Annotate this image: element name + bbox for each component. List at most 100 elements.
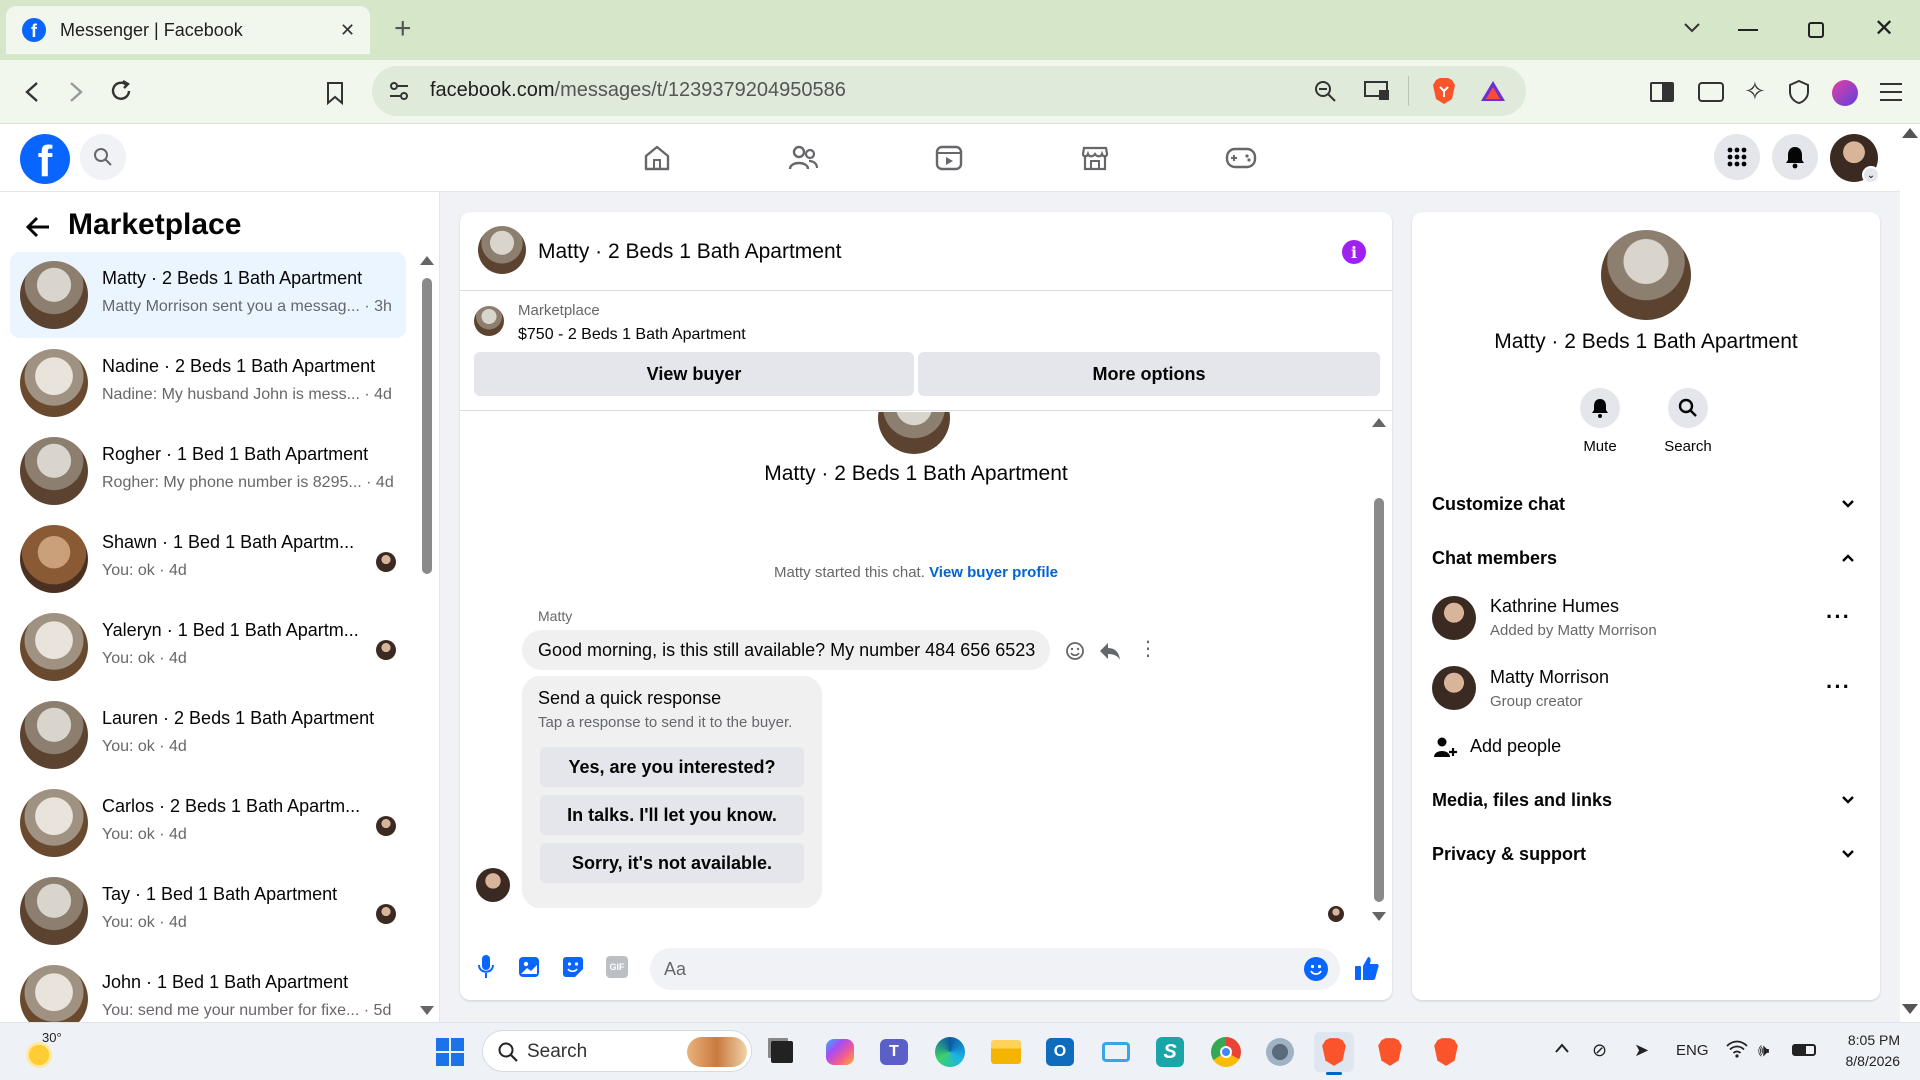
conversation-item[interactable]: Lauren · 2 Beds 1 Bath Apartment You: ok … [10, 692, 406, 778]
member-name[interactable]: Matty Morrison [1490, 667, 1609, 688]
scroll-up-icon[interactable] [420, 256, 434, 265]
conversation-item[interactable]: Rogher · 1 Bed 1 Bath Apartment Rogher: M… [10, 428, 406, 514]
message-bubble[interactable]: Good morning, is this still available? M… [522, 630, 1050, 670]
teams-icon[interactable]: T [874, 1032, 914, 1072]
url-text[interactable]: facebook.com/messages/t/1239379204950586 [430, 79, 846, 102]
brave-icon[interactable] [1370, 1032, 1410, 1072]
friends-icon[interactable] [786, 143, 820, 173]
leo-ai-icon[interactable]: ✧ [1744, 76, 1766, 107]
left-scrollbar-thumb[interactable] [422, 278, 432, 574]
edge-icon[interactable] [930, 1032, 970, 1072]
vpn-icon[interactable] [1786, 78, 1812, 106]
chat-header-avatar[interactable] [478, 226, 526, 274]
members-chevron-up-icon[interactable] [1840, 550, 1860, 570]
conversation-item[interactable]: Carlos · 2 Beds 1 Bath Apartm... You: ok … [10, 780, 406, 866]
add-person-icon[interactable] [1432, 734, 1458, 760]
quick-response-button[interactable]: Sorry, it's not available. [540, 843, 804, 883]
new-tab-button[interactable]: + [394, 12, 412, 46]
message-more-icon[interactable]: ⋮ [1138, 638, 1158, 660]
emoji-icon[interactable] [1304, 957, 1328, 981]
sender-avatar[interactable] [476, 868, 510, 902]
wifi-icon[interactable] [1726, 1040, 1748, 1060]
conversation-item[interactable]: Matty · 2 Beds 1 Bath Apartment Matty Mor… [10, 252, 406, 338]
view-buyer-button[interactable]: View buyer [474, 352, 914, 396]
listing-title[interactable]: $750 - 2 Beds 1 Bath Apartment [518, 326, 746, 344]
task-view-icon[interactable] [762, 1032, 802, 1072]
brave-shields-icon[interactable] [1430, 76, 1458, 106]
member-more-icon[interactable]: ··· [1826, 604, 1851, 630]
site-settings-icon[interactable] [386, 78, 412, 104]
search-conversation-button[interactable]: Search [1664, 388, 1712, 460]
conversation-item[interactable]: Shawn · 1 Bed 1 Bath Apartm... You: ok · … [10, 516, 406, 602]
facebook-logo[interactable]: f [20, 134, 70, 184]
taskbar-search-box[interactable]: Search [482, 1030, 752, 1072]
chat-scrollbar-down-icon[interactable] [1372, 912, 1386, 921]
start-windows-icon[interactable] [430, 1032, 470, 1072]
scroll-down-icon[interactable] [420, 1006, 434, 1015]
like-thumb-icon[interactable] [1352, 952, 1382, 984]
member-avatar[interactable] [1432, 596, 1476, 640]
chat-scrollbar-up-icon[interactable] [1372, 418, 1386, 427]
left-scrollbar-track[interactable] [420, 256, 434, 1016]
sticker-icon[interactable] [560, 954, 586, 980]
notifications-bell-icon[interactable] [1772, 134, 1818, 180]
sidebar-toggle-icon[interactable] [1650, 82, 1674, 102]
browser-tab[interactable]: f Messenger | Facebook ✕ [6, 6, 370, 54]
mute-button[interactable]: Mute [1576, 388, 1624, 460]
address-bar[interactable]: facebook.com/messages/t/1239379204950586 [372, 66, 1526, 116]
wallet-icon[interactable] [1698, 82, 1724, 102]
volume-icon[interactable]: 🕪 [1758, 1040, 1769, 1061]
gif-icon[interactable]: GIF [606, 956, 628, 978]
photo-icon[interactable] [516, 954, 542, 980]
privacy-chevron-down-icon[interactable] [1840, 846, 1860, 866]
brave-icon[interactable] [1426, 1032, 1466, 1072]
member-more-icon[interactable]: ··· [1826, 674, 1851, 700]
forward-icon[interactable] [62, 78, 90, 106]
page-scrollbar-up-icon[interactable] [1902, 128, 1918, 138]
bookmark-icon[interactable] [320, 78, 350, 108]
outlook-icon[interactable]: O [1040, 1032, 1080, 1072]
more-options-button[interactable]: More options [918, 352, 1380, 396]
view-buyer-profile-link[interactable]: View buyer profile [929, 564, 1058, 581]
app-figure-icon[interactable] [1260, 1032, 1300, 1072]
message-input[interactable]: Aa [650, 948, 1340, 990]
zoom-icon[interactable] [1312, 78, 1338, 104]
menu-icon[interactable] [1878, 80, 1904, 104]
privacy-support-row[interactable]: Privacy & support [1432, 844, 1586, 865]
marketplace-icon[interactable] [1078, 143, 1112, 173]
customize-chevron-down-icon[interactable] [1840, 496, 1860, 516]
search-icon[interactable] [80, 134, 126, 180]
tab-close-icon[interactable]: ✕ [340, 20, 355, 41]
back-icon[interactable] [18, 78, 46, 106]
chat-title[interactable]: Matty · 2 Beds 1 Bath Apartment [538, 240, 842, 264]
tray-chevron-up-icon[interactable] [1554, 1042, 1570, 1058]
menu-grid-icon[interactable] [1714, 134, 1760, 180]
page-scrollbar-down-icon[interactable] [1902, 1004, 1918, 1014]
microphone-icon[interactable] [472, 952, 500, 982]
chat-scrollbar-thumb[interactable] [1374, 498, 1384, 902]
copilot-icon[interactable] [820, 1032, 860, 1072]
app-s-icon[interactable]: S [1150, 1032, 1190, 1072]
reply-icon[interactable] [1098, 640, 1122, 662]
brave-active-icon[interactable] [1314, 1032, 1354, 1072]
back-arrow-icon[interactable] [22, 212, 54, 242]
add-people-button[interactable]: Add people [1470, 736, 1561, 757]
reload-icon[interactable] [106, 76, 136, 106]
quick-response-button[interactable]: In talks. I'll let you know. [540, 795, 804, 835]
conversation-item[interactable]: Nadine · 2 Beds 1 Bath Apartment Nadine: … [10, 340, 406, 426]
tray-cloud-off-icon[interactable]: ⊘ [1592, 1040, 1607, 1061]
profile-icon[interactable] [1832, 80, 1858, 106]
video-icon[interactable] [932, 143, 966, 173]
tray-location-icon[interactable]: ➤ [1634, 1040, 1649, 1061]
weather-widget[interactable]: 30° [22, 1030, 82, 1074]
chat-members-row[interactable]: Chat members [1432, 548, 1557, 569]
minimize-icon[interactable] [1738, 29, 1758, 31]
file-explorer-icon[interactable] [986, 1032, 1026, 1072]
brave-rewards-icon[interactable] [1478, 78, 1508, 104]
quick-response-button[interactable]: Yes, are you interested? [540, 747, 804, 787]
media-files-links-row[interactable]: Media, files and links [1432, 790, 1612, 811]
conversation-item[interactable]: Yaleryn · 1 Bed 1 Bath Apartm... You: ok … [10, 604, 406, 690]
home-icon[interactable] [640, 143, 674, 173]
cast-icon[interactable] [1362, 78, 1392, 104]
account-chevron-down-icon[interactable]: ⌄ [1862, 166, 1880, 184]
